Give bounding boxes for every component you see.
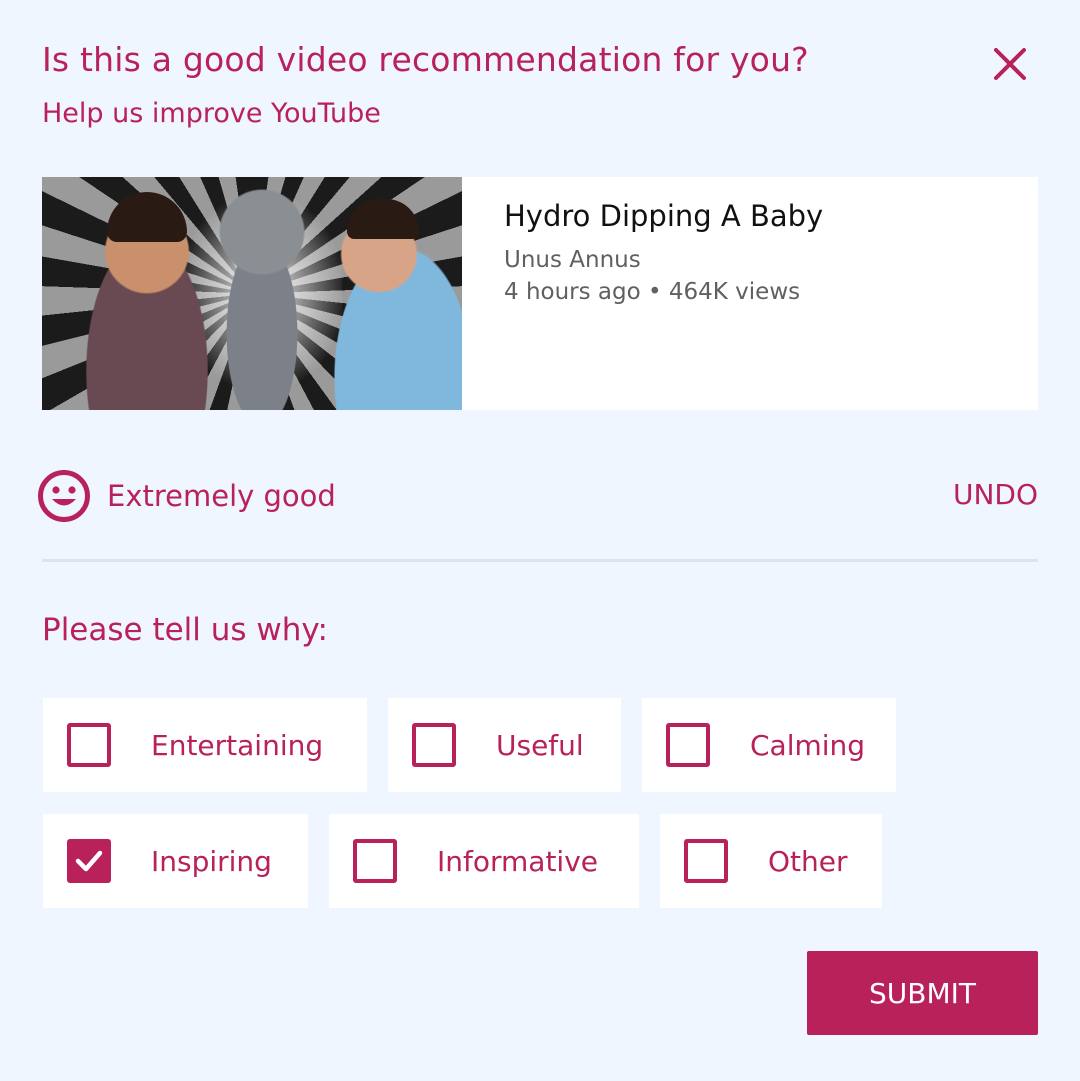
thumbnail-person-right bbox=[307, 197, 462, 410]
rating-label: Extremely good bbox=[107, 479, 336, 513]
dialog-title: Is this a good video recommendation for … bbox=[42, 40, 809, 79]
checkmark-icon bbox=[75, 850, 103, 872]
reason-chip-informative[interactable]: Informative bbox=[329, 814, 639, 908]
reason-chip-other[interactable]: Other bbox=[660, 814, 882, 908]
reason-label: Calming bbox=[750, 728, 866, 762]
checkbox-empty[interactable] bbox=[684, 839, 728, 883]
checkbox-empty[interactable] bbox=[67, 723, 111, 767]
video-thumbnail[interactable] bbox=[42, 177, 462, 410]
close-button[interactable] bbox=[988, 42, 1032, 86]
reason-chip-inspiring[interactable]: Inspiring bbox=[43, 814, 308, 908]
reasons-prompt: Please tell us why: bbox=[42, 612, 328, 648]
checkbox-empty[interactable] bbox=[666, 723, 710, 767]
checkbox-empty[interactable] bbox=[412, 723, 456, 767]
divider bbox=[42, 559, 1038, 562]
reason-label: Informative bbox=[437, 844, 598, 878]
close-icon bbox=[994, 48, 1026, 80]
reason-label: Useful bbox=[496, 728, 584, 762]
thumbnail-doll bbox=[207, 187, 317, 410]
dialog-subtitle: Help us improve YouTube bbox=[42, 98, 381, 129]
video-meta: 4 hours ago • 464K views bbox=[504, 279, 801, 305]
video-info: Hydro Dipping A Baby Unus Annus 4 hours … bbox=[462, 177, 823, 410]
undo-button[interactable]: UNDO bbox=[953, 478, 1038, 511]
reason-label: Other bbox=[768, 844, 848, 878]
reason-chip-entertaining[interactable]: Entertaining bbox=[43, 698, 367, 792]
rating-row: Extremely good UNDO bbox=[37, 468, 1038, 524]
checkbox-empty[interactable] bbox=[353, 839, 397, 883]
video-card[interactable]: Hydro Dipping A Baby Unus Annus 4 hours … bbox=[42, 177, 1038, 410]
reason-label: Inspiring bbox=[151, 844, 272, 878]
submit-button[interactable]: SUBMIT bbox=[807, 951, 1038, 1035]
reason-chip-useful[interactable]: Useful bbox=[388, 698, 621, 792]
reason-label: Entertaining bbox=[151, 728, 324, 762]
checkbox-checked[interactable] bbox=[67, 839, 111, 883]
smiley-icon bbox=[38, 470, 90, 522]
reason-chip-calming[interactable]: Calming bbox=[642, 698, 896, 792]
video-title: Hydro Dipping A Baby bbox=[504, 199, 824, 233]
video-channel: Unus Annus bbox=[504, 247, 641, 273]
